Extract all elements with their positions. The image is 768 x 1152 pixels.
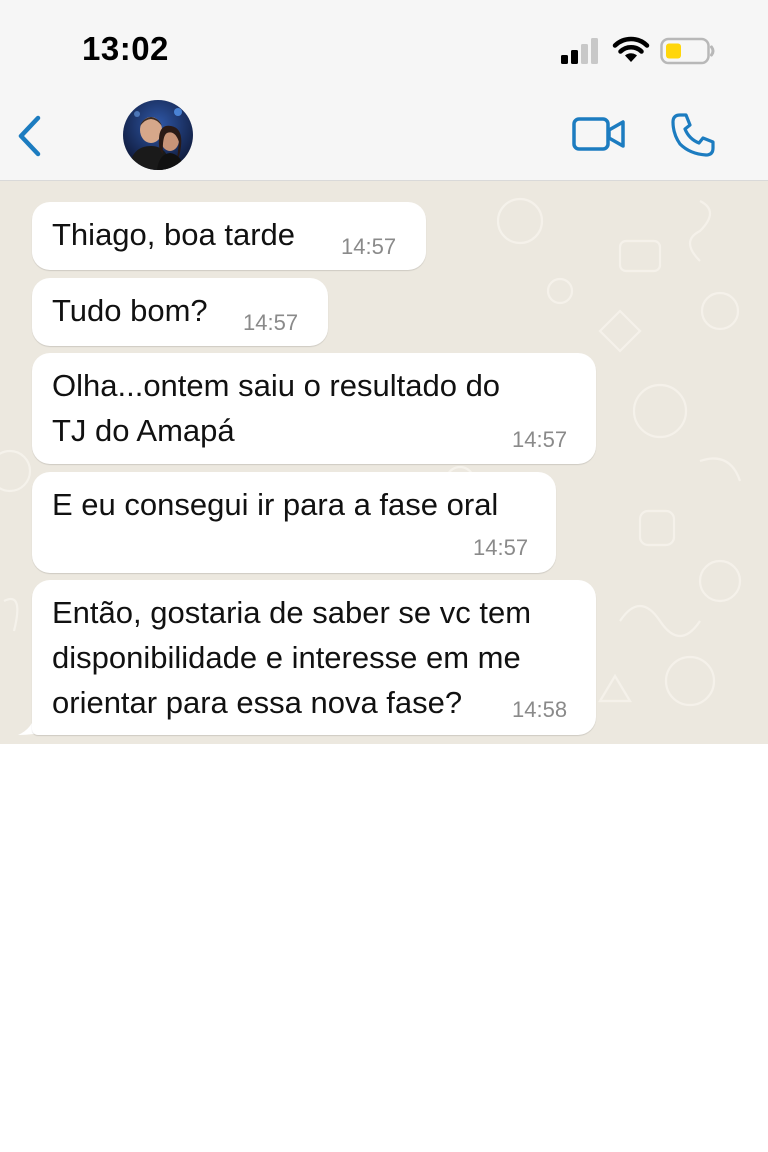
video-camera-icon[interactable] [572,116,626,152]
avatar[interactable] [123,100,193,170]
message-time: 14:58 [512,697,568,722]
status-time: 13:02 [82,30,169,67]
message-text: Olha...ontem saiu o resultado do TJ do A… [52,368,501,448]
message-bubble[interactable]: Tudo bom? 14:57 [32,278,328,346]
message-text: Então, gostaria de saber se vc tem dispo… [52,595,532,720]
message-text: Tudo bom? [52,293,208,328]
chevron-left-icon[interactable] [12,112,48,160]
message-time: 14:57 [512,427,568,452]
message-time: 14:57 [473,535,529,560]
message-text: E eu consegui ir para a fase oral [52,487,499,522]
battery-icon [660,37,715,65]
message-bubble[interactable]: Olha...ontem saiu o resultado do TJ do A… [32,353,596,464]
message-time: 14:57 [341,234,397,259]
message-bubble[interactable]: E eu consegui ir para a fase oral 14:57 [32,472,556,573]
message-bubble[interactable]: Thiago, boa tarde 14:57 [32,202,426,270]
message-time: 14:57 [243,310,299,335]
wifi-icon [612,36,650,62]
message-text: Thiago, boa tarde [52,217,296,252]
phone-icon[interactable] [670,112,716,158]
empty-area [0,744,768,1152]
avatar-photo [123,100,193,170]
whatsapp-chat-screen: 13:02 Thiago, boa tarde 14:57 Tudo bom? … [0,0,768,1152]
status-bar: 13:02 [0,0,768,96]
signal-icon [561,38,598,64]
message-bubble[interactable]: Então, gostaria de saber se vc tem dispo… [32,580,596,735]
chat-header [0,96,768,181]
